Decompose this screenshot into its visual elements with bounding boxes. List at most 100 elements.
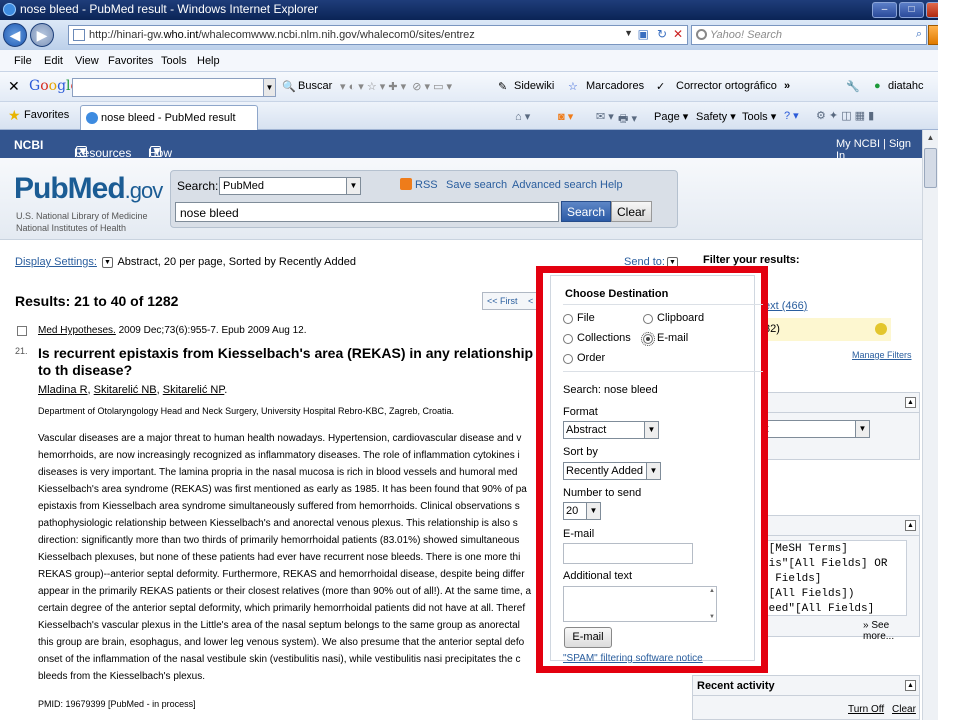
filter-link[interactable]: ext (466) <box>764 300 807 312</box>
pubmed-masthead: PubMed.gov U.S. National Library of Medi… <box>0 158 922 240</box>
safety-menu[interactable]: Safety ▾ <box>696 110 736 123</box>
format-select[interactable]: Abstract ▼ <box>563 421 659 439</box>
detail-line: "[All Fields]) <box>762 588 855 600</box>
first-page-link[interactable]: << First <box>487 296 518 306</box>
toolbar-close-icon[interactable]: ✕ <box>8 78 20 95</box>
address-bar-area: ◀ ▶ http://hinari-gw.who.int/whalecomwww… <box>0 20 960 50</box>
menu-file[interactable]: File <box>14 55 32 67</box>
abstract-line: certain degree of the anterior septal de… <box>38 603 526 614</box>
yahoo-search-input[interactable]: Yahoo! Search ⌕ <box>691 25 927 45</box>
tab-pubmed[interactable]: nose bleed - PubMed result <box>80 105 258 130</box>
search-button[interactable]: Search <box>561 201 612 222</box>
file-label[interactable]: File <box>577 312 595 324</box>
file-radio[interactable] <box>563 314 573 324</box>
number-select[interactable]: 20 ▼ <box>563 502 601 520</box>
favorites-button[interactable]: Favorites <box>24 109 69 121</box>
buscar-button[interactable]: Buscar <box>298 80 332 92</box>
prev-page-link[interactable]: < <box>528 296 533 306</box>
user-name[interactable]: diatahc <box>888 80 923 92</box>
display-settings-link[interactable]: Display Settings: <box>15 256 97 268</box>
abstract-line: diseases is very important. The lamina p… <box>38 467 518 478</box>
tools-menu-label: Tools <box>742 111 768 123</box>
additional-text-input[interactable]: ▲ ▼ <box>563 586 717 622</box>
favorites-star-icon[interactable]: ★ <box>8 107 21 124</box>
email-input[interactable] <box>563 543 693 564</box>
url-prefix: http://hinari-gw. <box>89 29 164 41</box>
toolbar-icons[interactable]: ▾ ◐ ▾ ☆ ▾ ✚ ▾ ⊘ ▾ ▭ ▾ <box>340 80 452 93</box>
turn-off-link[interactable]: Turn Off <box>848 704 884 715</box>
email-radio[interactable] <box>641 332 655 346</box>
menu-help[interactable]: Help <box>197 55 220 67</box>
google-search-input[interactable]: ▼ <box>72 78 276 97</box>
see-more-link[interactable]: » See more... <box>863 620 919 642</box>
scroll-up-icon[interactable]: ▲ <box>709 588 715 594</box>
author-link[interactable]: Mladina R <box>38 384 88 396</box>
address-dropdown-icon[interactable]: ▼ <box>624 28 633 38</box>
sort-select[interactable]: Recently Added ▼ <box>563 462 661 480</box>
manage-filters-link[interactable]: Manage Filters <box>852 350 912 360</box>
sidewiki-button[interactable]: Sidewiki <box>514 80 554 92</box>
compat-view-icon[interactable]: ▣ <box>638 27 649 41</box>
print-icon[interactable]: 🖶 ▾ <box>618 110 637 129</box>
save-search-link[interactable]: Save search <box>446 179 507 191</box>
related-select[interactable]: ct▼ <box>757 420 870 438</box>
corrector-button[interactable]: Corrector ortográfico <box>676 80 777 92</box>
clear-button[interactable]: Clear <box>611 201 652 222</box>
chevron-down-icon[interactable]: ▼ <box>102 256 113 268</box>
order-label[interactable]: Order <box>577 352 605 364</box>
collapse-icon[interactable]: ▲ <box>905 520 916 531</box>
maximize-button[interactable]: □ <box>899 2 924 18</box>
minimize-button[interactable]: – <box>872 2 897 18</box>
more-button[interactable]: » <box>784 80 790 92</box>
ncbi-logo[interactable]: NCBI <box>14 138 43 152</box>
scroll-down-icon[interactable]: ▼ <box>709 614 715 620</box>
scroll-thumb[interactable] <box>924 148 937 188</box>
author-link[interactable]: Skitarelić NB <box>94 384 157 396</box>
toolbar-extra-icons[interactable]: ⚙ ✦ ◫ ▦ ▮ <box>816 109 874 122</box>
search-go-icon[interactable]: ⌕ <box>916 28 922 41</box>
address-input[interactable]: http://hinari-gw.who.int/whalecomwww.ncb… <box>68 25 688 45</box>
collapse-icon[interactable]: ▲ <box>905 680 916 691</box>
advanced-search-link[interactable]: Advanced search <box>512 179 597 191</box>
page-scrollbar[interactable]: ▲ <box>922 130 938 720</box>
menu-tools[interactable]: Tools <box>161 55 187 67</box>
page-icon <box>73 29 85 41</box>
rss-link[interactable]: RSS <box>415 179 438 191</box>
menu-favorites[interactable]: Favorites <box>108 55 153 67</box>
article-checkbox[interactable] <box>17 326 27 336</box>
refresh-icon[interactable]: ↻ <box>657 27 667 41</box>
back-button[interactable]: ◀ <box>3 23 27 47</box>
collections-radio[interactable] <box>563 334 573 344</box>
chevron-down-icon[interactable]: ▼ <box>263 79 275 96</box>
number-label: Number to send <box>563 487 642 499</box>
page-menu[interactable]: Page ▾ <box>654 110 688 123</box>
forward-button[interactable]: ▶ <box>30 23 54 47</box>
search-input[interactable]: nose bleed <box>175 202 559 222</box>
pubmed-logo[interactable]: PubMed.gov <box>14 172 163 206</box>
clear-activity-link[interactable]: Clear <box>892 704 916 715</box>
menu-view[interactable]: View <box>75 55 99 67</box>
email-option-label[interactable]: E-mail <box>657 332 688 344</box>
email-send-button[interactable]: E-mail <box>564 627 612 648</box>
spam-notice-link[interactable]: "SPAM" filtering software notice <box>563 653 703 664</box>
clipboard-label[interactable]: Clipboard <box>657 312 704 324</box>
home-icon[interactable]: ⌂ ▾ <box>515 110 530 123</box>
rss-feed-icon[interactable]: ◙ ▾ <box>558 110 573 123</box>
mail-icon[interactable]: ✉ ▾ <box>596 110 614 123</box>
wrench-icon[interactable]: 🔧 <box>846 80 860 93</box>
help-link[interactable]: Help <box>600 179 623 191</box>
author-link[interactable]: Skitarelić NP <box>163 384 225 396</box>
menu-edit[interactable]: Edit <box>44 55 63 67</box>
tools-menu[interactable]: Tools ▾ <box>742 110 776 123</box>
database-select[interactable]: PubMed ▼ <box>219 177 361 195</box>
order-radio[interactable] <box>563 354 573 364</box>
clipboard-radio[interactable] <box>643 314 653 324</box>
marcadores-button[interactable]: Marcadores <box>586 80 644 92</box>
help-icon[interactable]: ? ▾ <box>784 109 799 122</box>
scroll-up-icon[interactable]: ▲ <box>923 130 938 146</box>
stop-icon[interactable]: ✕ <box>673 27 683 41</box>
collapse-icon[interactable]: ▲ <box>905 397 916 408</box>
journal-link[interactable]: Med Hypotheses. <box>38 325 116 336</box>
collections-label[interactable]: Collections <box>577 332 631 344</box>
window-titlebar: nose bleed - PubMed result - Windows Int… <box>0 0 960 20</box>
